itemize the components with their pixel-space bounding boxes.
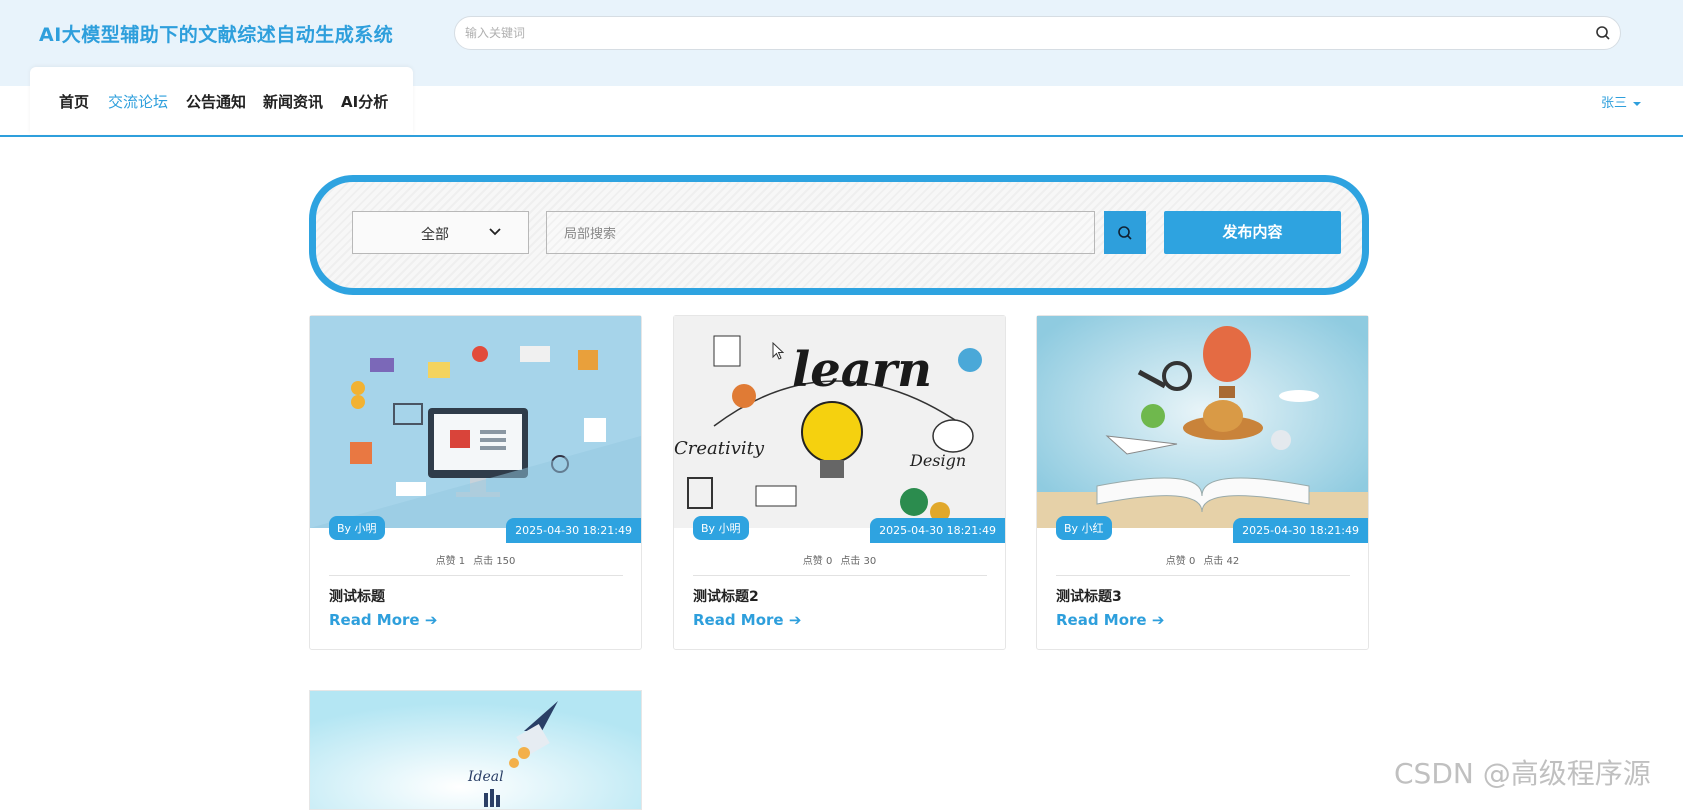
svg-text:Ideal: Ideal	[467, 769, 504, 785]
site-title[interactable]: AI大模型辅助下的文献综述自动生成系统	[39, 20, 393, 47]
post-card[interactable]: By 小明 2025-04-30 18:21:49 点赞 1 点击 150 测试标…	[309, 315, 642, 650]
publish-button[interactable]: 发布内容	[1164, 211, 1341, 254]
svg-text:Creativity: Creativity	[674, 438, 765, 459]
card-divider	[329, 575, 623, 576]
post-card[interactable]: learn Creativity Design By 小明 2025-04-30…	[673, 315, 1006, 650]
card-divider	[1056, 575, 1350, 576]
post-author-badge: By 小明	[693, 516, 749, 540]
post-date-badge: 2025-04-30 18:21:49	[1233, 518, 1368, 543]
watermark-text: CSDN @高级程序源	[1394, 757, 1651, 790]
chevron-down-icon	[489, 228, 501, 236]
post-date-badge: 2025-04-30 18:21:49	[506, 518, 641, 543]
post-title[interactable]: 测试标题2	[693, 586, 759, 606]
post-card[interactable]: By 小红 2025-04-30 18:21:49 点赞 0 点击 42 测试标题…	[1036, 315, 1369, 650]
user-name: 张三	[1601, 96, 1628, 111]
post-clicks: 点击 30	[840, 556, 877, 567]
post-date-badge: 2025-04-30 18:21:49	[870, 518, 1005, 543]
post-thumbnail-learn[interactable]: learn Creativity Design	[674, 316, 1005, 528]
category-select-value: 全部	[421, 227, 449, 243]
post-card[interactable]: Ideal	[309, 690, 642, 810]
post-title[interactable]: 测试标题3	[1056, 586, 1122, 606]
post-author-badge: By 小明	[329, 516, 385, 540]
post-title[interactable]: 测试标题	[329, 586, 385, 606]
global-search-input[interactable]	[465, 23, 1565, 43]
read-more-link[interactable]: Read More ➔	[693, 611, 801, 629]
local-search-input[interactable]	[564, 224, 1074, 244]
post-thumbnail-rocket[interactable]: Ideal	[310, 691, 642, 810]
global-search-bar[interactable]	[454, 16, 1621, 50]
nav-item-home[interactable]: 首页	[59, 91, 89, 112]
nav-item-news[interactable]: 新闻资讯	[263, 91, 323, 112]
svg-text:learn: learn	[792, 342, 932, 398]
read-more-link[interactable]: Read More ➔	[329, 611, 437, 629]
post-likes: 点赞 0	[802, 556, 833, 567]
post-thumbnail-book-travel[interactable]	[1037, 316, 1368, 528]
post-likes: 点赞 1	[435, 556, 466, 567]
forum-search-panel: 全部 发布内容	[309, 175, 1369, 295]
post-stats: 点赞 0 点击 42	[1037, 552, 1368, 567]
post-likes: 点赞 0	[1165, 556, 1196, 567]
post-author-badge: By 小红	[1056, 516, 1112, 540]
post-clicks: 点击 42	[1203, 556, 1240, 567]
caret-down-icon	[1633, 101, 1642, 106]
local-search-field[interactable]	[546, 211, 1095, 254]
mouse-pointer-icon	[772, 342, 784, 360]
search-icon[interactable]	[1595, 25, 1611, 41]
svg-text:Design: Design	[909, 451, 966, 470]
read-more-link[interactable]: Read More ➔	[1056, 611, 1164, 629]
local-search-button[interactable]	[1104, 211, 1146, 254]
main-nav: 首页 交流论坛 公告通知 新闻资讯 AI分析	[30, 67, 413, 134]
nav-item-ai-analysis[interactable]: AI分析	[341, 91, 388, 112]
post-stats: 点赞 0 点击 30	[674, 552, 1005, 567]
search-icon	[1118, 226, 1132, 240]
post-thumbnail-ecommerce[interactable]	[310, 316, 641, 528]
nav-divider	[0, 135, 1683, 137]
post-clicks: 点击 150	[473, 556, 516, 567]
card-divider	[693, 575, 987, 576]
post-stats: 点赞 1 点击 150	[310, 552, 641, 567]
nav-item-forum[interactable]: 交流论坛	[108, 91, 168, 112]
nav-item-announcements[interactable]: 公告通知	[186, 91, 246, 112]
category-select[interactable]: 全部	[352, 211, 529, 254]
user-menu[interactable]: 张三	[1601, 92, 1642, 111]
